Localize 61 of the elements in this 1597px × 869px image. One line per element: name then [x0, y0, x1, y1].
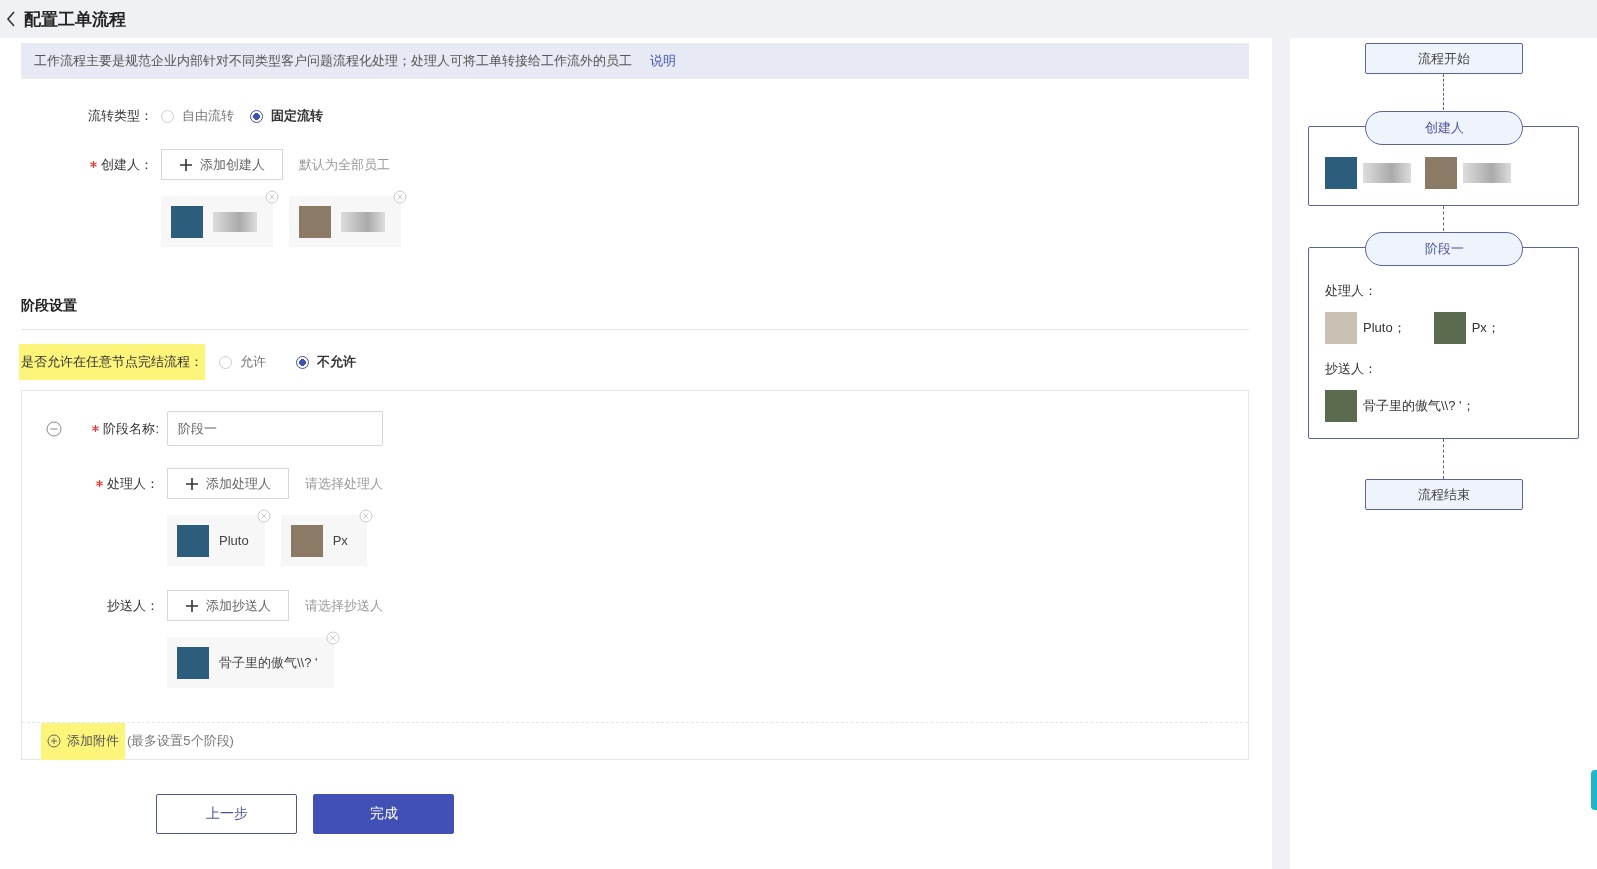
plus-icon [185, 599, 198, 612]
add-button[interactable]: 添加处理人 [167, 468, 289, 499]
photo-placeholder [290, 524, 323, 557]
radio-button[interactable] [296, 355, 309, 369]
photo-placeholder [1425, 157, 1457, 189]
photo-placeholder [1325, 312, 1357, 344]
notice-text: 工作流程主要是规范企业内部针对不同类型客户问题流程化处理；处理人可将工单转接给工作流外的员工 [34, 52, 632, 70]
plus-circle-icon [47, 733, 61, 748]
person-name: Px [332, 533, 348, 548]
photo-placeholder [1325, 390, 1357, 422]
photo-placeholder [177, 646, 209, 679]
remove-icon[interactable] [325, 631, 340, 645]
limit-note: (最多设置5个阶段) [127, 732, 234, 750]
field-label: 流转类型： [87, 107, 154, 125]
field-label: 阶段名称: [103, 419, 159, 438]
plus-icon [185, 477, 198, 490]
page-title: 配置工单流程 [24, 8, 126, 31]
photo-placeholder [1325, 157, 1357, 189]
role-label: 抄送人： [1325, 360, 1378, 378]
hint-text: 请选择抄送人 [305, 596, 383, 615]
add-attachment-link[interactable]: 添加附件 [41, 722, 125, 760]
photo-placeholder [299, 205, 331, 238]
group-title-pill: 阶段一 [1365, 232, 1523, 266]
group-title-pill: 创建人 [1365, 111, 1523, 145]
field-label: 是否允许在任意节点完结流程： [19, 344, 205, 380]
stage-name-input[interactable]: 阶段一 [167, 411, 383, 446]
photo-placeholder [1433, 312, 1466, 344]
photo-placeholder [171, 205, 203, 238]
hint-text: 默认为全部员工 [299, 155, 390, 174]
end-node: 流程结束 [1364, 479, 1523, 510]
explain-link[interactable]: 说明 [650, 52, 676, 70]
person-name: Px； [1471, 319, 1500, 337]
remove-icon[interactable] [256, 509, 271, 523]
back-icon[interactable] [6, 11, 16, 27]
person-name: 骨子里的傲气\\? ' [219, 653, 318, 672]
field-label: 创建人： [101, 155, 153, 174]
photo-placeholder [177, 524, 209, 557]
start-node: 流程开始 [1364, 43, 1523, 74]
add-button[interactable]: 添加创建人 [161, 149, 283, 180]
remove-icon[interactable] [393, 190, 407, 204]
step-button[interactable]: 完成 [313, 794, 454, 834]
side-tab[interactable] [1591, 770, 1597, 810]
minus-circle-icon[interactable] [46, 420, 62, 437]
hint-text: 请选择处理人 [305, 474, 383, 493]
role-label: 处理人： [1325, 282, 1378, 300]
field-label: 处理人： [107, 474, 159, 493]
person-name: Pluto [219, 533, 249, 548]
step-button[interactable]: 上一步 [156, 794, 297, 834]
person-name: 骨子里的傲气\\? '； [1363, 397, 1475, 415]
plus-icon [179, 158, 192, 171]
person-name: Pluto； [1363, 319, 1406, 337]
field-label: 抄送人： [107, 596, 159, 615]
radio-label: 固定流转 [271, 107, 323, 125]
radio-label: 自由流转 [182, 107, 234, 125]
remove-icon[interactable] [358, 509, 373, 523]
radio-label: 允许 [240, 353, 266, 371]
section-title: 阶段设置 [21, 297, 78, 315]
add-button[interactable]: 添加抄送人 [167, 590, 289, 621]
radio-button[interactable] [250, 109, 263, 123]
radio-label: 不允许 [317, 353, 356, 371]
remove-icon[interactable] [265, 190, 279, 204]
